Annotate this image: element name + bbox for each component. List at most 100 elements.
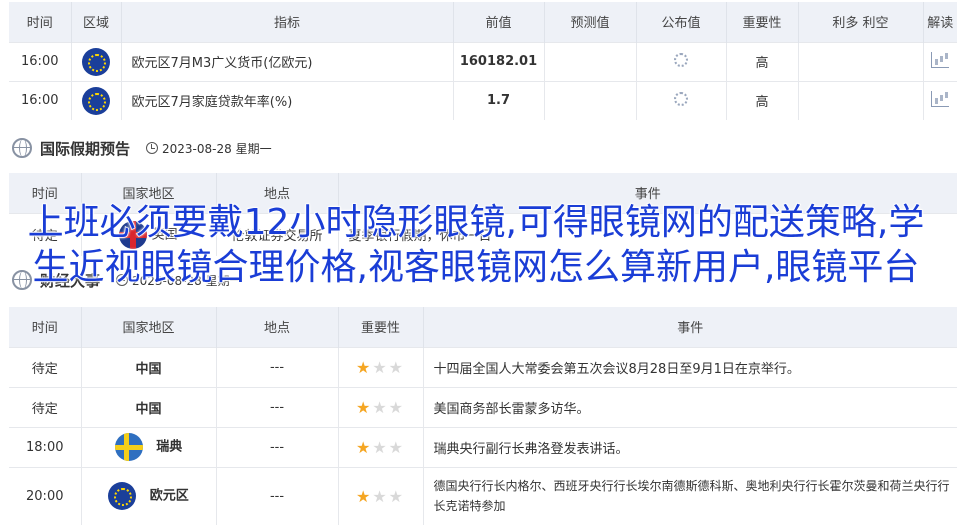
column-header-location: 地点 bbox=[216, 307, 339, 347]
globe-icon bbox=[12, 270, 32, 290]
holiday-section-header: 国际假期预告 2023-08-28 星期一 bbox=[12, 134, 272, 162]
section-title: 财经大事 bbox=[40, 271, 101, 290]
column-header-impact: 利多 利空 bbox=[798, 2, 924, 42]
column-header-importance: 重要性 bbox=[726, 2, 799, 42]
table-row: 待定 中国 --- ★★★ 美国商务部长雷蒙多访华。 bbox=[9, 386, 957, 427]
column-header-event: 事件 bbox=[338, 173, 957, 213]
column-header-importance: 重要性 bbox=[338, 307, 424, 347]
row-time: 待定 bbox=[9, 212, 82, 256]
star-icon: ★ bbox=[372, 397, 389, 417]
star-rating: ★★★ bbox=[356, 487, 405, 506]
star-icon: ★ bbox=[388, 437, 406, 457]
table-row: 待定 英国 伦敦证券交易所 夏季银行假期，休市一日 bbox=[9, 212, 957, 256]
column-header-time: 时间 bbox=[9, 173, 82, 213]
star-icon: ★ bbox=[355, 486, 373, 506]
forecast-value bbox=[544, 80, 637, 120]
column-header-country: 国家地区 bbox=[81, 173, 217, 213]
indicator-link[interactable]: 欧元区7月M3广义货币(亿欧元) bbox=[121, 41, 454, 81]
column-header-indicator: 指标 bbox=[121, 2, 454, 42]
row-location: --- bbox=[216, 426, 339, 467]
row-location: --- bbox=[216, 386, 339, 427]
row-event: 瑞典央行副行长弗洛登发表讲话。 bbox=[423, 426, 957, 467]
clock-icon bbox=[146, 142, 159, 154]
column-header-actual: 公布值 bbox=[636, 2, 727, 42]
chart-icon[interactable] bbox=[931, 51, 950, 68]
row-country: 中国 bbox=[81, 346, 217, 387]
impact-value bbox=[798, 80, 924, 120]
star-rating: ★★★ bbox=[356, 358, 405, 377]
column-header-time: 时间 bbox=[9, 2, 72, 42]
uk-flag-icon bbox=[119, 220, 148, 249]
column-header-location: 地点 bbox=[216, 173, 339, 213]
row-country: 中国 bbox=[81, 386, 217, 427]
previous-value: 1.7 bbox=[453, 80, 545, 120]
row-time: 待定 bbox=[9, 346, 82, 387]
star-icon: ★ bbox=[355, 357, 373, 377]
row-event: 夏季银行假期，休市一日 bbox=[338, 212, 957, 256]
star-icon: ★ bbox=[355, 397, 373, 417]
date-text: 2023-08-28 星期一 bbox=[162, 141, 272, 156]
section-date: 2023-08-28 星期一 bbox=[146, 140, 272, 157]
row-location: --- bbox=[216, 346, 339, 387]
row-time: 20:00 bbox=[9, 466, 82, 525]
section-title: 国际假期预告 bbox=[40, 139, 131, 158]
column-header-event: 事件 bbox=[423, 307, 957, 347]
row-country: 瑞典 bbox=[156, 439, 183, 455]
loading-icon bbox=[674, 52, 688, 67]
clock-icon bbox=[116, 274, 129, 286]
row-location: --- bbox=[216, 466, 339, 525]
row-time: 18:00 bbox=[9, 426, 82, 467]
column-header-time: 时间 bbox=[9, 307, 82, 347]
impact-value bbox=[798, 41, 924, 81]
star-rating: ★★★ bbox=[356, 398, 405, 417]
column-header-forecast: 预测值 bbox=[544, 2, 637, 42]
row-event: 德国央行行长内格尔、西班牙央行行长埃尔南德斯德科斯、奥地利央行行长霍尔茨曼和荷兰… bbox=[423, 466, 957, 525]
star-icon: ★ bbox=[372, 437, 389, 457]
row-time: 16:00 bbox=[9, 80, 72, 120]
globe-icon bbox=[12, 138, 32, 158]
importance-value: 高 bbox=[726, 41, 799, 81]
star-icon: ★ bbox=[372, 357, 389, 377]
sweden-flag-icon bbox=[114, 433, 143, 461]
row-country: 欧元区 bbox=[149, 488, 189, 504]
section-date: 2023-08-28 星期一 bbox=[116, 272, 242, 289]
finance-events-table: 时间 国家地区 地点 重要性 事件 待定 中国 --- ★★★ 十四届全国人大常… bbox=[9, 307, 957, 525]
indicator-link[interactable]: 欧元区7月家庭贷款年率(%) bbox=[121, 80, 454, 120]
table-row: 20:00 欧元区 --- ★★★ 德国央行行长内格尔、西班牙央行行长埃尔南德斯… bbox=[9, 466, 957, 525]
finance-section-header: 财经大事 2023-08-28 星期一 bbox=[12, 266, 242, 294]
star-icon: ★ bbox=[388, 486, 406, 506]
star-icon: ★ bbox=[388, 397, 406, 417]
row-location: 伦敦证券交易所 bbox=[216, 212, 339, 256]
column-header-country: 国家地区 bbox=[81, 307, 217, 347]
date-text: 2023-08-28 星期一 bbox=[132, 273, 242, 288]
table-header-row: 时间 区域 指标 前值 预测值 公布值 重要性 利多 利空 解读 bbox=[9, 2, 957, 42]
loading-icon bbox=[674, 91, 688, 106]
star-rating: ★★★ bbox=[356, 438, 405, 457]
table-row[interactable]: 16:00 欧元区7月家庭贷款年率(%) 1.7 高 bbox=[9, 80, 957, 120]
eu-flag-icon bbox=[82, 86, 110, 115]
table-row[interactable]: 16:00 欧元区7月M3广义货币(亿欧元) 160182.01 高 bbox=[9, 41, 957, 81]
column-header-previous: 前值 bbox=[453, 2, 545, 42]
column-header-analysis: 解读 bbox=[923, 2, 957, 42]
row-event: 美国商务部长雷蒙多访华。 bbox=[423, 386, 957, 427]
row-event: 十四届全国人大常委会第五次会议8月28日至9月1日在京举行。 bbox=[423, 346, 957, 387]
star-icon: ★ bbox=[388, 357, 406, 377]
importance-value: 高 bbox=[726, 80, 799, 120]
eu-flag-icon bbox=[82, 47, 110, 76]
table-header-row: 时间 国家地区 地点 重要性 事件 bbox=[9, 307, 957, 347]
star-icon: ★ bbox=[355, 437, 373, 457]
economic-calendar-table: 时间 区域 指标 前值 预测值 公布值 重要性 利多 利空 解读 16:00 欧… bbox=[9, 2, 957, 120]
holiday-table: 时间 国家地区 地点 事件 待定 英国 伦敦证券交易所 夏季银行假期，休市一日 bbox=[9, 173, 957, 256]
previous-value: 160182.01 bbox=[453, 41, 545, 81]
chart-icon[interactable] bbox=[931, 90, 950, 107]
forecast-value bbox=[544, 41, 637, 81]
row-country: 英国 bbox=[151, 227, 178, 243]
table-header-row: 时间 国家地区 地点 事件 bbox=[9, 173, 957, 213]
star-icon: ★ bbox=[372, 486, 389, 506]
row-time: 16:00 bbox=[9, 41, 72, 81]
table-row: 18:00 瑞典 --- ★★★ 瑞典央行副行长弗洛登发表讲话。 bbox=[9, 426, 957, 467]
row-time: 待定 bbox=[9, 386, 82, 427]
table-row: 待定 中国 --- ★★★ 十四届全国人大常委会第五次会议8月28日至9月1日在… bbox=[9, 346, 957, 387]
eu-flag-icon bbox=[108, 482, 137, 511]
column-header-region: 区域 bbox=[71, 2, 122, 42]
